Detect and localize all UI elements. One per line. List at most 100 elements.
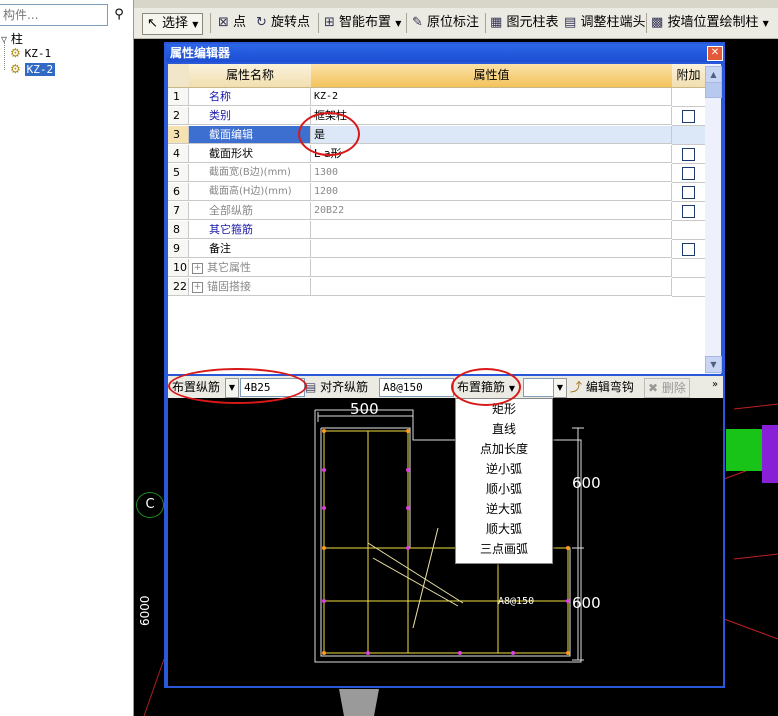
dialog-titlebar[interactable]: 属性编辑器 <box>166 44 723 62</box>
stirrup-input[interactable]: A8@150 <box>379 378 454 397</box>
table-row[interactable]: 7 全部纵筋 20B22 <box>168 202 706 221</box>
tree-item-kz1[interactable]: ⚙ KZ-1 <box>10 46 51 60</box>
menu-item-ccw-small-arc[interactable]: 逆小弧 <box>456 459 552 479</box>
grid-icon: ⊞ <box>324 15 335 30</box>
stirrup-annotation: A8@150 <box>498 596 535 607</box>
align-longitudinal-button[interactable]: ▤ 对齐纵筋 <box>305 378 368 396</box>
rotate-point-button[interactable]: ↻ 旋转点 <box>256 13 310 33</box>
value-cell[interactable] <box>311 278 672 296</box>
menu-item-three-point-arc[interactable]: 三点画弧 <box>456 539 552 559</box>
value-cell[interactable] <box>311 259 672 277</box>
scroll-down-icon[interactable]: ▼ <box>705 356 722 373</box>
attach-checkbox[interactable] <box>682 110 695 123</box>
delete-button[interactable]: ✖ 删除 <box>644 378 690 398</box>
highlight-ring-stirrup <box>451 368 521 406</box>
tree-item-kz2[interactable]: ⚙ KZ-2 <box>10 62 56 76</box>
section-drawing <box>314 409 584 663</box>
value-cell[interactable]: KZ-2 <box>311 88 672 106</box>
hook-icon: ⤴ <box>570 380 583 394</box>
dim-right-upper-text: 600 <box>572 474 601 492</box>
header-property-value: 属性值 <box>311 64 673 88</box>
edit-icon: ✎ <box>412 15 423 30</box>
highlight-ring-section-edit <box>298 112 360 156</box>
rotate-icon: ↻ <box>256 15 267 30</box>
document-icon: ▤ <box>564 15 577 30</box>
table-row[interactable]: 10 + 其它属性 <box>168 259 706 278</box>
component-search-input[interactable]: 构件... <box>0 4 108 26</box>
table-row[interactable]: 1 名称 KZ-2 <box>168 88 706 107</box>
menu-item-cw-small-arc[interactable]: 顺小弧 <box>456 479 552 499</box>
value-cell[interactable] <box>311 221 672 239</box>
table-icon: ▦ <box>490 15 503 30</box>
green-column-shape <box>726 429 762 471</box>
overflow-chevron-icon[interactable]: » <box>712 376 718 394</box>
stirrup-shape-menu: 矩形 直线 点加长度 逆小弧 顺小弧 逆大弧 顺大弧 三点画弧 <box>455 398 553 564</box>
smart-layout-button[interactable]: ⊞ 智能布置 ▼ <box>324 13 401 33</box>
expand-icon[interactable]: + <box>192 262 203 274</box>
property-grid-header: 属性名称 属性值 附加 <box>168 64 706 88</box>
search-icon[interactable]: ⚲ <box>108 4 130 26</box>
select-button[interactable]: ↖ 选择 ▼ <box>142 13 204 35</box>
attach-checkbox[interactable] <box>682 243 695 256</box>
draw-by-wall-button[interactable]: ▩ 按墙位置绘制柱 ▼ <box>651 13 769 33</box>
chevron-down-icon: ▼ <box>762 19 769 28</box>
delete-icon: ✖ <box>648 381 659 395</box>
tree-root-label: 柱 <box>10 32 23 46</box>
menu-item-ccw-large-arc[interactable]: 逆大弧 <box>456 499 552 519</box>
attach-checkbox[interactable] <box>682 148 695 161</box>
expand-icon[interactable]: + <box>192 281 203 293</box>
toolbar-strip <box>134 0 778 8</box>
table-row[interactable]: 8 其它箍筋 <box>168 221 706 240</box>
header-attach: 附加 <box>672 64 706 88</box>
original-label-button[interactable]: ✎ 原位标注 <box>412 13 479 33</box>
dim-right-lower-text: 600 <box>572 594 601 612</box>
tree-item-label: KZ-1 <box>24 47 52 60</box>
menu-item-point-length[interactable]: 点加长度 <box>456 439 552 459</box>
attach-checkbox[interactable] <box>682 205 695 218</box>
dim-top-text: 500 <box>350 400 379 418</box>
gear-icon: ⚙ <box>10 62 21 76</box>
highlight-ring-longitudinal <box>168 368 307 404</box>
table-row[interactable]: 2 类别 框架柱 <box>168 107 706 126</box>
value-cell[interactable]: 框架柱 <box>311 107 672 125</box>
value-cell[interactable]: 1300 <box>311 164 672 182</box>
adjust-end-button[interactable]: ▤ 调整柱端头 <box>564 13 645 33</box>
cursor-icon: ↖ <box>147 16 158 31</box>
value-cell[interactable]: L-a形 <box>311 145 672 163</box>
chevron-down-icon: ▼ <box>192 20 199 29</box>
attach-checkbox[interactable] <box>682 186 695 199</box>
point-icon: ⊠ <box>218 15 229 30</box>
close-icon[interactable]: ✕ <box>707 46 723 61</box>
purple-column-shape <box>762 425 778 483</box>
chevron-down-icon[interactable]: ▼ <box>553 378 567 398</box>
attach-checkbox[interactable] <box>682 167 695 180</box>
wall-icon: ▩ <box>651 15 664 30</box>
menu-item-line[interactable]: 直线 <box>456 419 552 439</box>
table-row-selected[interactable]: 3 截面编辑 是 <box>168 126 706 145</box>
axis-bubble: C <box>136 492 164 518</box>
scroll-up-icon[interactable]: ▲ <box>705 66 722 83</box>
element-table-button[interactable]: ▦ 图元柱表 <box>490 13 558 33</box>
header-property-name: 属性名称 <box>189 64 312 88</box>
section-canvas[interactable]: 500 600 600 A8@150 <box>168 398 723 686</box>
table-row[interactable]: 4 截面形状 L-a形 <box>168 145 706 164</box>
point-button[interactable]: ⊠ 点 <box>218 13 246 33</box>
scroll-thumb[interactable] <box>705 82 722 98</box>
chevron-down-icon: ▼ <box>395 19 402 28</box>
value-cell[interactable]: 是 <box>311 126 672 144</box>
gear-icon: ⚙ <box>10 46 21 60</box>
table-row[interactable]: 22 + 锚固搭接 <box>168 278 706 297</box>
table-row[interactable]: 6 截面高(H边)(mm) 1200 <box>168 183 706 202</box>
tree-item-label: KZ-2 <box>24 63 56 76</box>
value-cell[interactable] <box>311 240 672 258</box>
component-tree-panel: 构件... ⚲ ▿ 柱 ⚙ KZ-1 ⚙ KZ-2 <box>0 0 134 716</box>
dialog-title: 属性编辑器 <box>170 46 231 60</box>
table-row[interactable]: 5 截面宽(B边)(mm) 1300 <box>168 164 706 183</box>
menu-item-cw-large-arc[interactable]: 顺大弧 <box>456 519 552 539</box>
value-cell[interactable]: 20B22 <box>311 202 672 220</box>
table-row[interactable]: 9 备注 <box>168 240 706 259</box>
edit-hook-button[interactable]: ⤴ 编辑弯钩 <box>570 378 634 396</box>
grid-scrollbar[interactable]: ▲ ▼ <box>705 64 722 374</box>
left-dimension-text: 6000 <box>138 595 152 626</box>
value-cell[interactable]: 1200 <box>311 183 672 201</box>
